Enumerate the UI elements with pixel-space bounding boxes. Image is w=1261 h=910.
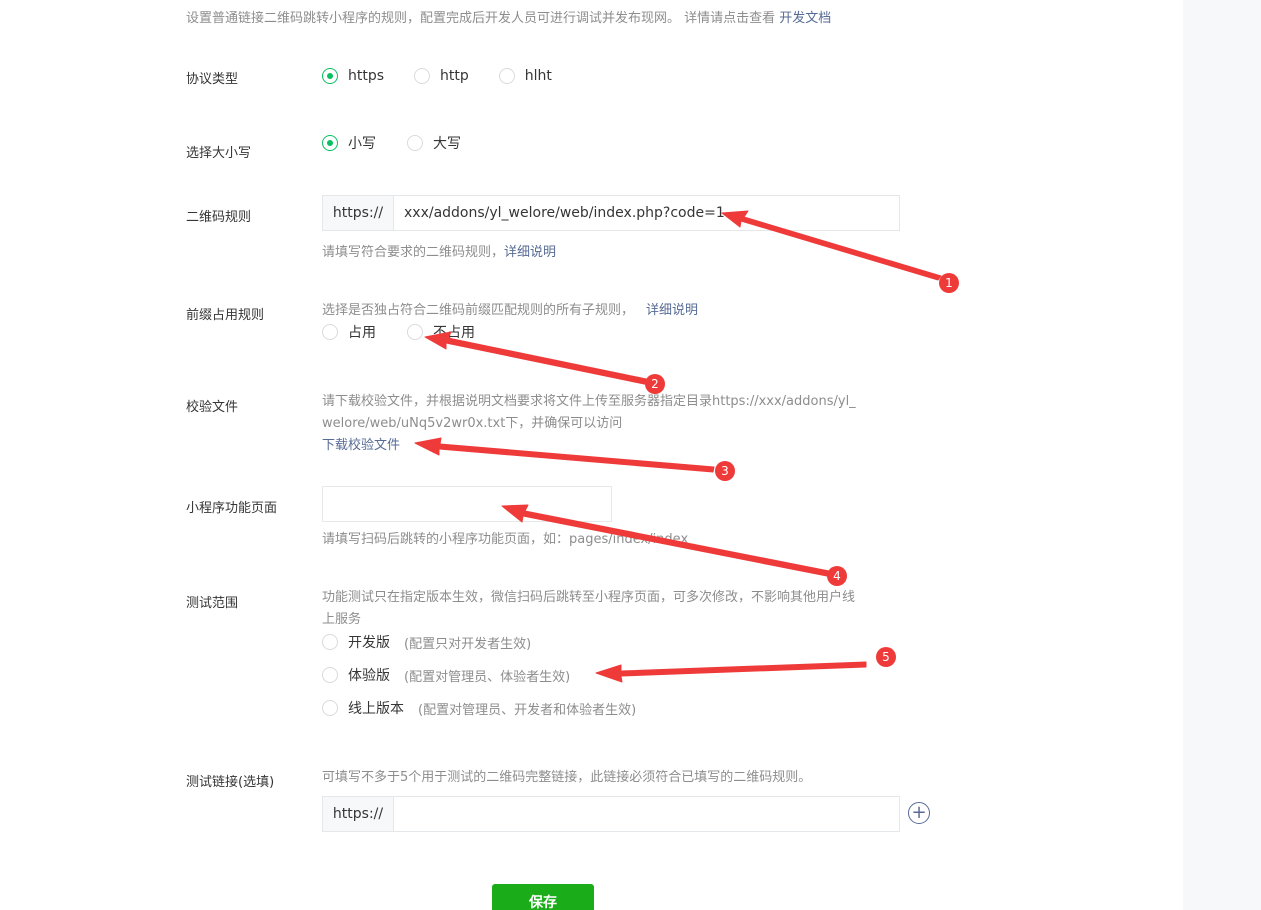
arrow-4 [501,504,835,578]
annotation-badge-5: 5 [876,647,896,667]
annotation-badge-4: 4 [827,566,847,586]
annotation-arrows [414,210,942,683]
annotation-badge-3: 3 [715,461,735,481]
arrow-2 [424,331,652,386]
arrow-3 [414,437,715,473]
annotation-badge-2: 2 [645,374,665,394]
arrow-5 [595,661,867,683]
arrow-1 [721,210,942,281]
annotation-badge-1: 1 [939,273,959,293]
